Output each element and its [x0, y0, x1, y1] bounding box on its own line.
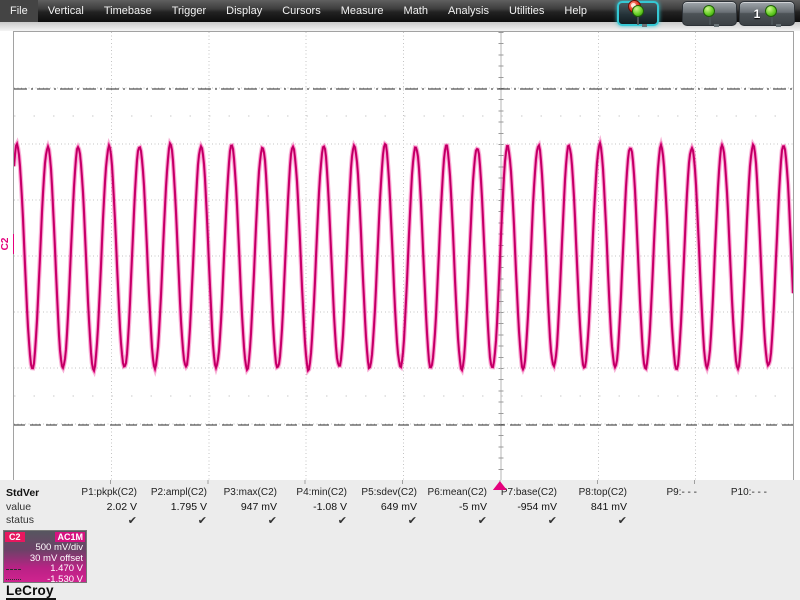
display-1-status-button[interactable]: 1: [739, 1, 795, 26]
green-orb-icon: [703, 5, 715, 17]
status-check-icon: ✔: [197, 515, 207, 527]
menu-item-trigger[interactable]: Trigger: [162, 0, 216, 22]
measure-value: 649 mV: [380, 500, 417, 513]
menu-item-measure[interactable]: Measure: [331, 0, 394, 22]
level-high-row: 1.470 V: [4, 563, 86, 575]
status-empty: [629, 514, 697, 528]
measure-column-p9[interactable]: P9:- - -: [629, 487, 699, 528]
channel-descriptor-c2[interactable]: C2 AC1M 500 mV/div 30 mV offset 1.470 V …: [3, 530, 87, 584]
measure-value-row-label: value: [6, 500, 32, 513]
measure-row-labels: StdVer value status: [6, 487, 39, 528]
status-check-icon: ✔: [407, 515, 417, 527]
monitor-orb-icon-group: [763, 5, 780, 25]
measure-value: -1.08 V: [313, 500, 347, 513]
display-status-button[interactable]: [682, 1, 737, 26]
menu-item-vertical[interactable]: Vertical: [38, 0, 94, 22]
menu-item-file[interactable]: File: [0, 0, 38, 22]
status-empty: [699, 514, 767, 528]
trigger-time-marker[interactable]: [492, 481, 507, 490]
status-check-icon: ✔: [127, 515, 137, 527]
status-check-icon: ✔: [477, 515, 487, 527]
measure-status-row-label: status: [6, 514, 35, 526]
measure-value: [629, 501, 697, 515]
status-check-icon: ✔: [547, 515, 557, 527]
coupling-badge: AC1M: [55, 532, 85, 542]
measure-value: 1.795 V: [170, 500, 207, 513]
measure-value: [699, 501, 767, 515]
measure-column-p7[interactable]: P7:base(C2) -954 mV ✔: [489, 487, 559, 528]
menubar-shadow-strip: [0, 22, 800, 31]
menu-item-cursors[interactable]: Cursors: [272, 0, 331, 22]
dash-dot-line-icon: [6, 568, 21, 570]
measure-column-p4[interactable]: P4:min(C2) -1.08 V ✔: [279, 487, 349, 528]
volts-per-div-value: 500 mV/div: [35, 542, 83, 553]
graticule-and-trace: [14, 32, 793, 480]
measure-value: -954 mV: [517, 500, 557, 513]
measure-column-p8[interactable]: P8:top(C2) 841 mV ✔: [559, 487, 629, 528]
status-check-icon: ✔: [337, 515, 347, 527]
level-high-value: 1.470 V: [50, 563, 83, 574]
menu-item-timebase[interactable]: Timebase: [94, 0, 162, 22]
menu-item-utilities[interactable]: Utilities: [499, 0, 554, 22]
measure-column-p10[interactable]: P10:- - -: [699, 487, 769, 528]
status-check-icon: ✔: [617, 515, 627, 527]
dotted-line-icon: [6, 579, 21, 581]
green-orb-icon: [631, 5, 644, 17]
monitor-orb-icon-group: [701, 5, 718, 25]
status-check-icon: ✔: [267, 515, 277, 527]
measure-value: 841 mV: [590, 500, 627, 513]
measure-value: -5 mV: [458, 500, 487, 513]
menu-item-display[interactable]: Display: [216, 0, 272, 22]
display-1-count-label: 1: [753, 6, 761, 21]
waveform-grid[interactable]: [13, 31, 794, 481]
channel-badge: C2: [5, 532, 25, 542]
measure-column-p5[interactable]: P5:sdev(C2) 649 mV ✔: [349, 487, 419, 528]
green-orb-icon: [765, 5, 778, 17]
menu-item-analysis[interactable]: Analysis: [438, 0, 499, 22]
measure-table: P1:pkpk(C2) 2.02 V ✔ P2:ampl(C2) 1.795 V ✔ P3:…: [69, 487, 769, 528]
measure-column-p1[interactable]: P1:pkpk(C2) 2.02 V ✔: [69, 487, 139, 528]
menu-bar: File Vertical Timebase Trigger Display Cursor…: [0, 0, 800, 22]
trigger-position-marker-strip[interactable]: [13, 480, 792, 491]
alarm-status-button[interactable]: [617, 0, 659, 26]
oscilloscope-screen: File Vertical Timebase Trigger Display Cursor…: [0, 0, 800, 600]
measure-column-p3[interactable]: P3:max(C2) 947 mV ✔: [209, 487, 279, 528]
measure-column-p6[interactable]: P6:mean(C2) -5 mV ✔: [419, 487, 489, 528]
menu-item-math[interactable]: Math: [394, 0, 438, 22]
measure-value: 2.02 V: [106, 500, 137, 513]
measure-value: 947 mV: [240, 500, 277, 513]
lecroy-logo: LeCroy: [6, 583, 56, 600]
measure-column-p2[interactable]: P2:ampl(C2) 1.795 V ✔: [139, 487, 209, 528]
menu-item-help[interactable]: Help: [554, 0, 597, 22]
alarm-orb-icon-group: [627, 0, 647, 25]
channel-c2-axis-label[interactable]: C2: [0, 234, 14, 254]
